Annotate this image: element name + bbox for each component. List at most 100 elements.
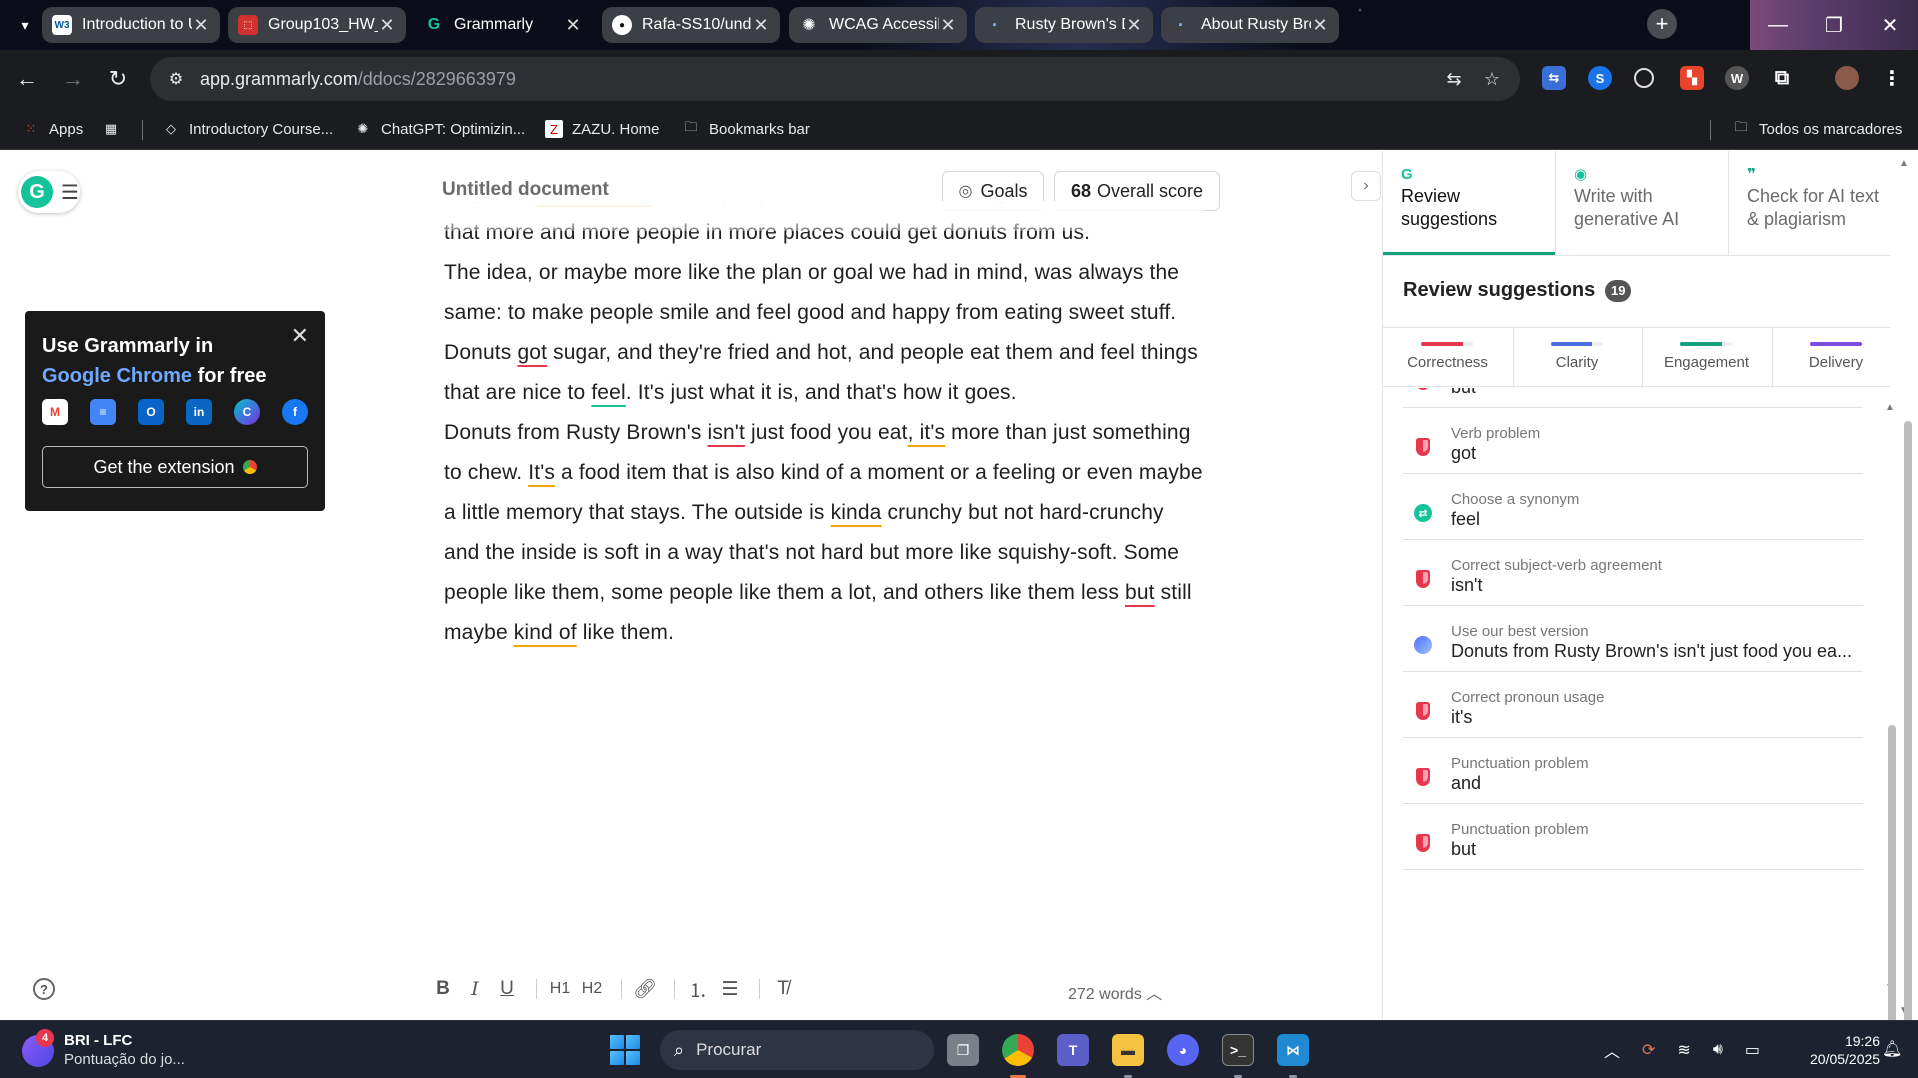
url-text[interactable]: app.grammarly.com/ddocs/2829663979 xyxy=(200,69,516,90)
minimize-icon[interactable]: — xyxy=(1750,0,1806,50)
notifications-icon[interactable]: 🔔︎ xyxy=(1882,1039,1902,1059)
discord-icon[interactable]: ◕ xyxy=(1167,1034,1199,1066)
site-info-icon[interactable]: ⚙ xyxy=(164,67,188,91)
heading-1-icon[interactable]: H1 xyxy=(547,974,573,1004)
flagged-text[interactable]: but xyxy=(1125,581,1155,604)
tab-close-icon[interactable]: ✕ xyxy=(564,16,582,34)
sync-icon[interactable]: ⟳ xyxy=(1642,1040,1655,1060)
category-engagement[interactable]: Engagement xyxy=(1642,328,1771,388)
browser-menu-icon[interactable]: ⋮ xyxy=(1880,66,1904,90)
tab-ai-plagiarism[interactable]: ❞ Check for AI text & plagiarism xyxy=(1729,151,1901,255)
grammarly-menu-button[interactable]: G ☰ xyxy=(18,171,80,213)
bookmark-apps[interactable]: ⁙ Apps xyxy=(22,118,84,140)
bookmark-folder[interactable]: 🗀 Bookmarks bar xyxy=(682,118,809,140)
browser-tab[interactable]: · About Rusty Brown's✕ xyxy=(1161,7,1339,43)
sync-extension-icon[interactable]: S xyxy=(1588,66,1612,90)
collapse-panel-button[interactable]: › xyxy=(1351,171,1381,201)
flagged-text[interactable]: It's xyxy=(528,461,555,484)
suggestion-card[interactable]: Correct pronoun usage it's xyxy=(1403,672,1863,738)
category-clarity[interactable]: Clarity xyxy=(1513,328,1642,388)
browser-tab[interactable]: ⬚ Group103_HW_Supp✕ xyxy=(228,7,406,43)
browser-tab[interactable]: W3 Introduction to Unde✕ xyxy=(42,7,220,43)
browser-tab[interactable]: G Grammarly ✕ xyxy=(414,7,592,43)
bulleted-list-icon[interactable]: ☰ xyxy=(717,974,743,1004)
vscode-icon[interactable]: ⋈ xyxy=(1277,1034,1309,1066)
tab-close-icon[interactable]: ✕ xyxy=(1311,16,1329,34)
document-title[interactable]: Untitled document xyxy=(442,179,609,201)
suggestion-card[interactable]: Correct subject-verb agreement isn't xyxy=(1403,540,1863,606)
bookmark-star-icon[interactable]: ☆ xyxy=(1480,67,1504,91)
tab-generative-ai[interactable]: ◉ Write with generative AI xyxy=(1556,151,1728,255)
suggestion-card[interactable]: Use our best version Donuts from Rusty Br… xyxy=(1403,606,1863,672)
flagged-text[interactable]: kind of xyxy=(514,621,577,644)
translate-extension-icon[interactable]: ⇆ xyxy=(1542,66,1566,90)
word-count[interactable]: 272 words ︿ xyxy=(1068,980,1162,1004)
page-scroll-thumb[interactable] xyxy=(1904,421,1912,1078)
italic-icon[interactable]: I xyxy=(462,974,488,1004)
widgets-button[interactable]: 4 BRI - LFC Pontuação do jo... xyxy=(22,1029,185,1071)
tab-close-icon[interactable]: ✕ xyxy=(752,16,770,34)
document-paragraph[interactable]: The idea, or maybe more like the plan or… xyxy=(444,253,1204,413)
extensions-puzzle-icon[interactable]: ⧉ xyxy=(1770,66,1794,90)
w-extension-icon[interactable]: W xyxy=(1725,66,1749,90)
heading-2-icon[interactable]: H2 xyxy=(579,974,605,1004)
all-bookmarks[interactable]: 🗀 Todos os marcadores xyxy=(1732,118,1902,140)
flagged-text[interactable]: kinda xyxy=(831,501,882,524)
file-explorer-icon[interactable]: ▬ xyxy=(1112,1034,1144,1066)
reader-extension-icon[interactable]: ▚ xyxy=(1680,66,1704,90)
wifi-icon[interactable]: ≋ xyxy=(1677,1040,1690,1060)
bookmark-grid[interactable]: ▦ xyxy=(102,118,129,140)
underline-icon[interactable]: U xyxy=(494,974,520,1004)
category-correctness[interactable]: Correctness xyxy=(1383,328,1512,388)
terminal-icon[interactable]: >_ xyxy=(1222,1034,1254,1066)
bookmark-zazu[interactable]: Z ZAZU. Home xyxy=(545,118,660,140)
clock[interactable]: 19:26 20/05/2025 xyxy=(1810,1032,1880,1068)
browser-tab[interactable]: ● Rafa-SS10/understan✕ xyxy=(602,7,780,43)
volume-icon[interactable]: 🔊︎ xyxy=(1713,1041,1723,1059)
tab-review-suggestions[interactable]: G Review suggestions xyxy=(1383,151,1555,255)
bookmark-introductory-course[interactable]: ◇ Introductory Course... xyxy=(162,118,333,140)
browser-tab[interactable]: ✺ WCAG Accessibility✕ xyxy=(789,7,967,43)
scroll-up-icon[interactable]: ▲ xyxy=(1898,157,1910,169)
tab-close-icon[interactable]: ✕ xyxy=(192,16,210,34)
flagged-text[interactable]: feel xyxy=(591,381,625,404)
chrome-icon[interactable] xyxy=(1002,1034,1034,1066)
tab-close-icon[interactable]: ✕ xyxy=(939,16,957,34)
close-icon[interactable]: ✕ xyxy=(291,323,309,349)
tab-close-icon[interactable]: ✕ xyxy=(1125,16,1143,34)
battery-icon[interactable]: ▭ xyxy=(1745,1040,1760,1060)
numbered-list-icon[interactable]: ⒈ xyxy=(685,974,711,1004)
forward-icon[interactable]: → xyxy=(56,62,90,96)
suggestion-card[interactable]: Verb problem got xyxy=(1403,408,1863,474)
suggestion-card[interactable]: Punctuation problem but xyxy=(1403,804,1863,870)
clear-formatting-icon[interactable]: T̸ xyxy=(770,974,796,1004)
browser-tab[interactable]: · Rusty Brown's Donu✕ xyxy=(975,7,1153,43)
back-icon[interactable]: ← xyxy=(10,62,44,96)
bold-icon[interactable]: B xyxy=(430,974,456,1004)
profile-avatar[interactable] xyxy=(1835,66,1859,90)
task-view-icon[interactable]: ❐ xyxy=(947,1034,979,1066)
help-icon[interactable]: ? xyxy=(33,978,55,1000)
flagged-text[interactable]: isn't xyxy=(708,421,745,444)
category-delivery[interactable]: Delivery xyxy=(1772,328,1901,388)
get-extension-button[interactable]: Get the extension xyxy=(42,446,308,488)
suggestion-card[interactable]: ⇄ Choose a synonym feel xyxy=(1403,474,1863,540)
restore-icon[interactable]: ❐ xyxy=(1806,0,1862,50)
suggestion-card[interactable]: but xyxy=(1403,388,1863,408)
suggestion-card[interactable]: Punctuation problem and xyxy=(1403,738,1863,804)
teams-icon[interactable]: T xyxy=(1057,1034,1089,1066)
reload-icon[interactable]: ↻ xyxy=(101,62,135,96)
new-tab-button[interactable]: + xyxy=(1647,9,1677,39)
tray-overflow-icon[interactable]: ︿ xyxy=(1604,1038,1620,1062)
flagged-text[interactable]: , it's xyxy=(908,421,946,444)
address-bar[interactable]: ⚙ app.grammarly.com/ddocs/2829663979 ⇆ ☆ xyxy=(150,57,1520,101)
document-paragraph[interactable]: Donuts from Rusty Brown's isn't just foo… xyxy=(444,413,1204,653)
bookmark-chatgpt[interactable]: ✺ ChatGPT: Optimizin... xyxy=(354,118,526,140)
translate-icon[interactable]: ⇆ xyxy=(1442,67,1466,91)
taskbar-search[interactable]: ⌕ Procurar xyxy=(660,1030,934,1070)
list-scroll-up-icon[interactable]: ▲ xyxy=(1884,401,1896,413)
document-editor[interactable]: a system type of thing, not super perfec… xyxy=(444,201,1204,921)
tab-search-icon[interactable]: ▾ xyxy=(12,12,38,38)
flagged-text[interactable]: got xyxy=(517,341,547,364)
close-window-icon[interactable]: ✕ xyxy=(1862,0,1918,50)
